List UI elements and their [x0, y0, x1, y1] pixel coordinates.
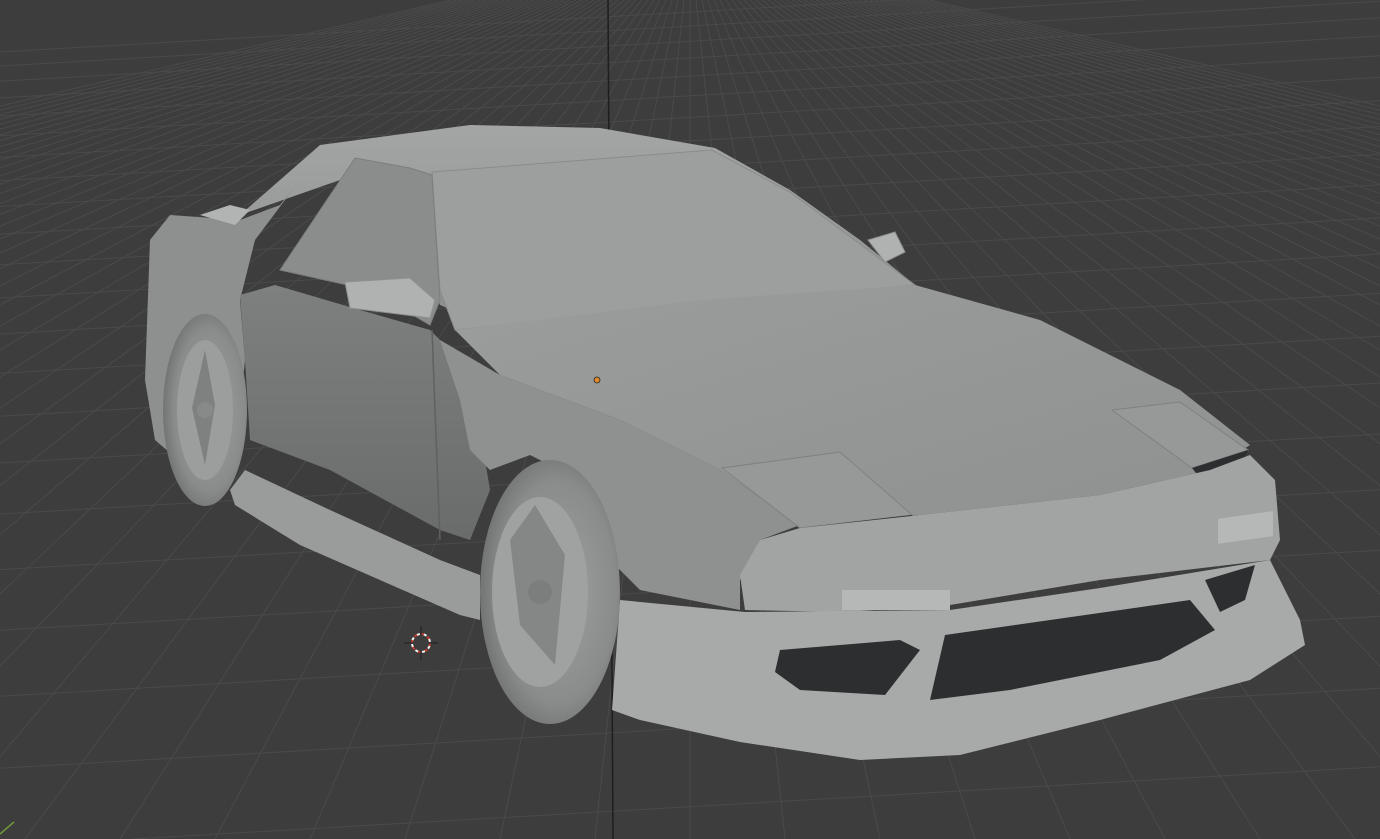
object-origin-dot[interactable] — [593, 376, 601, 384]
3d-cursor[interactable] — [404, 626, 438, 660]
3d-viewport[interactable] — [0, 0, 1380, 839]
car-wheel-front — [480, 460, 620, 724]
car-wheel-rear — [163, 314, 247, 506]
car-turn-signal-left — [842, 590, 950, 610]
viewport-canvas[interactable] — [0, 0, 1380, 839]
y-axis-line — [0, 821, 15, 835]
